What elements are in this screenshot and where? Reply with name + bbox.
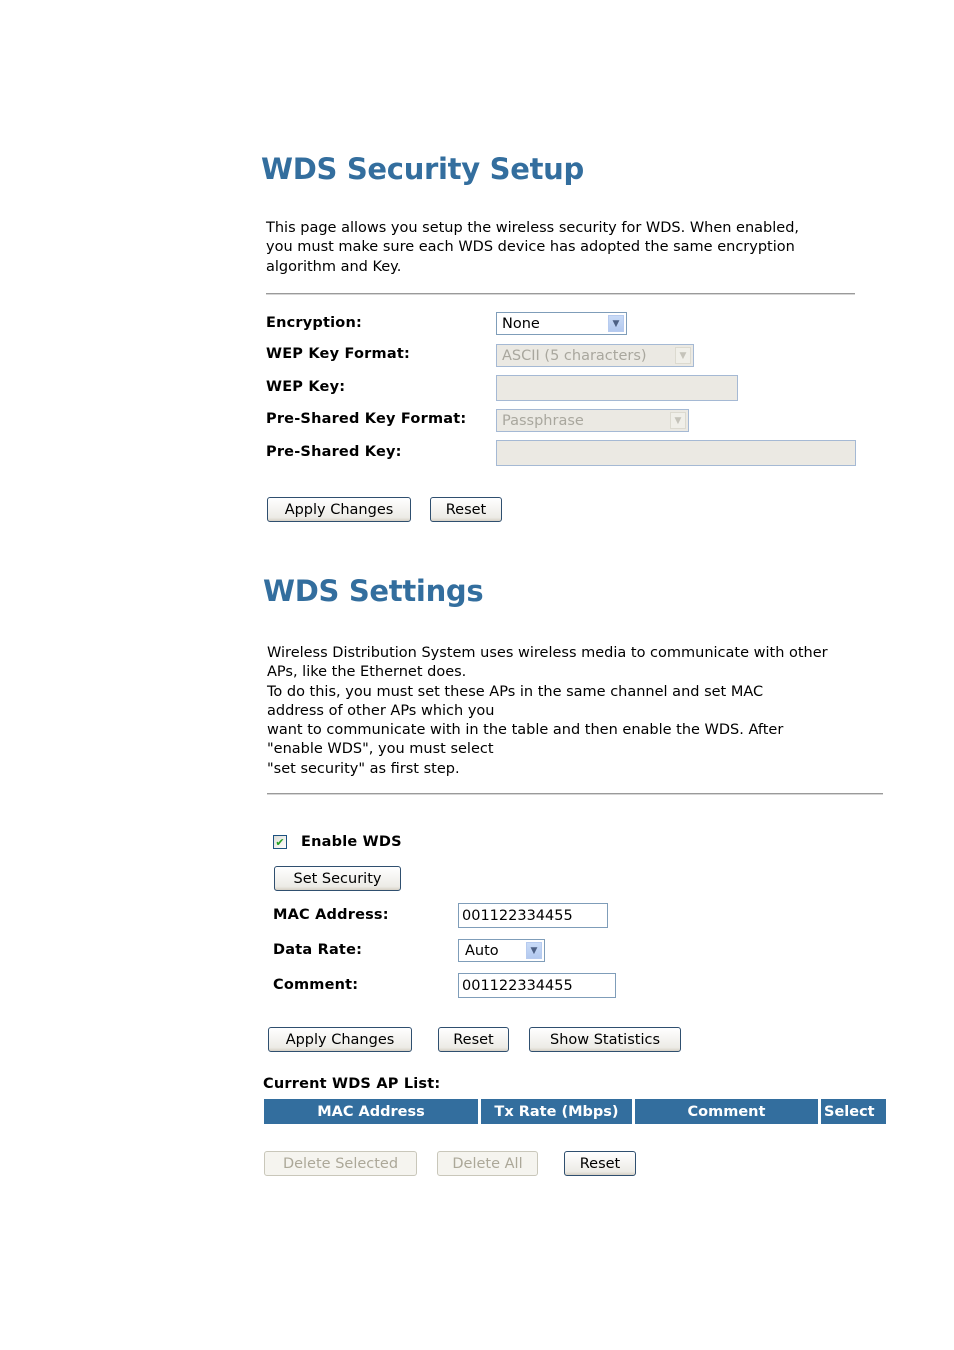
chevron-down-icon: ▼: [608, 315, 624, 332]
psk-input[interactable]: [496, 440, 856, 466]
settings-description-line: To do this, you must set these APs in th…: [267, 683, 764, 700]
ap-list-title: Current WDS AP List:: [263, 1076, 441, 1092]
comment-label: Comment:: [273, 977, 359, 993]
wep-key-format-select[interactable]: ASCII (5 characters) ▼: [496, 344, 694, 367]
settings-reset-button[interactable]: Reset: [438, 1027, 509, 1052]
enable-wds-label: Enable WDS: [301, 834, 402, 850]
delete-selected-button[interactable]: Delete Selected: [264, 1151, 417, 1176]
settings-description-line: want to communicate with in the table an…: [267, 722, 784, 739]
settings-page-title: WDS Settings: [263, 574, 484, 608]
data-rate-select[interactable]: Auto ▼: [458, 939, 545, 962]
checkmark-icon: ✔: [275, 835, 285, 849]
enable-wds-checkbox[interactable]: ✔: [273, 835, 287, 849]
column-header-select: Select: [821, 1099, 886, 1124]
psk-format-select[interactable]: Passphrase ▼: [496, 409, 689, 432]
psk-label: Pre-Shared Key:: [266, 444, 402, 460]
security-description: This page allows you setup the wireless …: [266, 219, 799, 277]
column-header-tx-rate: Tx Rate (Mbps): [481, 1099, 632, 1124]
data-rate-value: Auto: [465, 942, 499, 959]
encryption-label: Encryption:: [266, 315, 362, 331]
settings-description-line: "enable WDS", you must select: [267, 741, 494, 758]
mac-address-label: MAC Address:: [273, 907, 389, 923]
security-description-line: you must make sure each WDS device has a…: [266, 239, 795, 256]
security-apply-changes-button[interactable]: Apply Changes: [267, 497, 411, 522]
settings-description: Wireless Distribution System uses wirele…: [267, 644, 828, 779]
wep-key-input[interactable]: [496, 375, 738, 401]
column-header-comment: Comment: [635, 1099, 818, 1124]
divider: [266, 293, 855, 295]
settings-description-line: "set security" as first step.: [267, 760, 460, 777]
security-reset-button[interactable]: Reset: [430, 497, 502, 522]
encryption-select[interactable]: None ▼: [496, 312, 627, 335]
show-statistics-button[interactable]: Show Statistics: [529, 1027, 681, 1052]
psk-format-value: Passphrase: [502, 412, 584, 429]
ap-list-table-header: MAC Address Tx Rate (Mbps) Comment Selec…: [264, 1099, 886, 1125]
comment-input[interactable]: 001122334455: [458, 973, 616, 998]
wep-key-format-value: ASCII (5 characters): [502, 347, 647, 364]
security-page-title: WDS Security Setup: [261, 152, 584, 186]
ap-list-reset-button[interactable]: Reset: [564, 1151, 636, 1176]
settings-description-line: APs, like the Ethernet does.: [267, 664, 467, 681]
security-description-line: algorithm and Key.: [266, 258, 402, 275]
wep-key-label: WEP Key:: [266, 379, 346, 395]
settings-description-line: address of other APs which you: [267, 702, 495, 719]
settings-apply-changes-button[interactable]: Apply Changes: [268, 1027, 412, 1052]
mac-address-input[interactable]: 001122334455: [458, 903, 608, 928]
settings-description-line: Wireless Distribution System uses wirele…: [267, 645, 828, 661]
wep-key-format-label: WEP Key Format:: [266, 346, 410, 362]
security-description-line: This page allows you setup the wireless …: [266, 220, 800, 236]
divider: [267, 793, 883, 795]
set-security-button[interactable]: Set Security: [274, 866, 401, 891]
psk-format-label: Pre-Shared Key Format:: [266, 411, 467, 427]
chevron-down-icon: ▼: [526, 942, 542, 959]
data-rate-label: Data Rate:: [273, 942, 363, 958]
delete-all-button[interactable]: Delete All: [437, 1151, 538, 1176]
chevron-down-icon: ▼: [675, 347, 691, 364]
column-header-mac-address: MAC Address: [264, 1099, 478, 1124]
chevron-down-icon: ▼: [670, 412, 686, 429]
encryption-value: None: [502, 315, 540, 332]
